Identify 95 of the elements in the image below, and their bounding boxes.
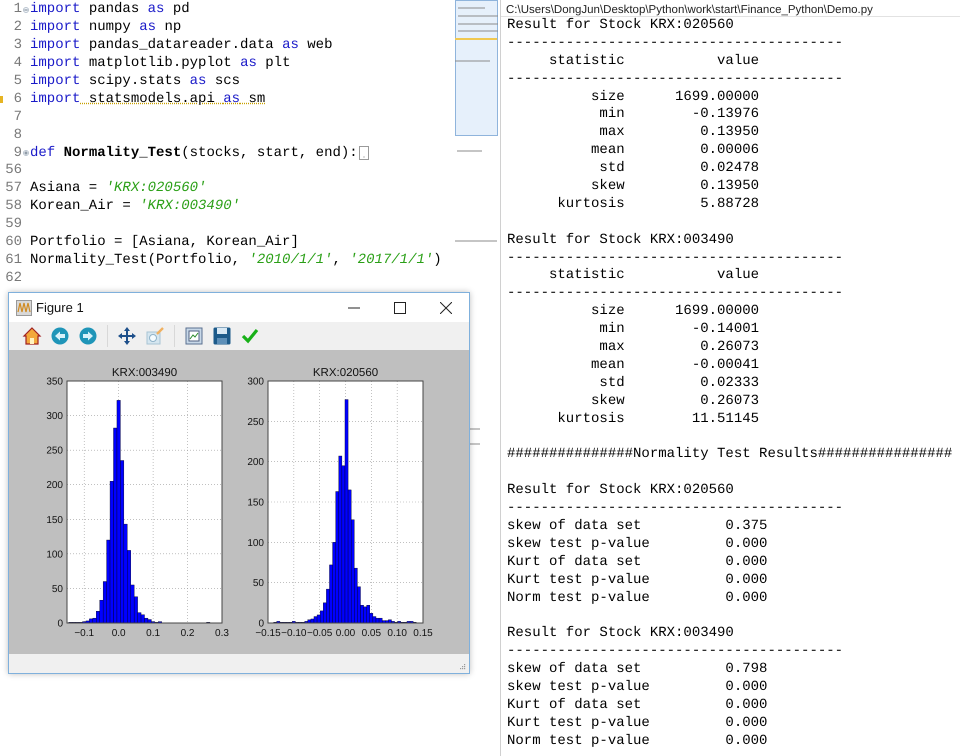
console-line: size 1699.00000 bbox=[590, 303, 760, 322]
window-title: Figure 1 bbox=[36, 300, 85, 315]
axis-tick-label: 0.2 bbox=[180, 628, 194, 639]
code-line: import pandas_datareader.data as web bbox=[30, 37, 332, 54]
code-line: def Normality_Test(stocks, start, end): bbox=[30, 144, 358, 162]
code-line: import pandas as pd bbox=[30, 1, 190, 18]
axis-tick-label: 100 bbox=[46, 549, 63, 560]
line-number: 6 bbox=[12, 90, 22, 108]
axis-tick-label: 0.10 bbox=[387, 628, 407, 639]
axis-tick-label: −0.1 bbox=[74, 628, 94, 639]
axis-tick-label: 350 bbox=[46, 376, 63, 388]
console-line: std 0.02478 bbox=[598, 160, 760, 178]
code-line: import scipy.stats as scs bbox=[30, 73, 240, 90]
console-line: mean 0.00006 bbox=[590, 142, 760, 160]
console-line: ---------------------------------------- bbox=[507, 250, 844, 268]
code-line: import statsmodels.api as sm bbox=[30, 90, 266, 108]
axis-tick-label: 300 bbox=[247, 376, 264, 388]
code-line: Korean_Air = 'KRX:003490' bbox=[30, 198, 240, 216]
console-line: skew of data set 0.798 bbox=[507, 661, 768, 679]
console-line: std 0.02333 bbox=[598, 374, 760, 393]
line-number: 7 bbox=[12, 108, 22, 126]
console-line: skew test p-value 0.000 bbox=[507, 536, 768, 554]
console-line: skew test p-value 0.000 bbox=[507, 678, 768, 697]
console-line: ###############Normality Test Results################ bbox=[507, 446, 952, 464]
console-line: min -0.13976 bbox=[598, 106, 760, 124]
line-number: 4 bbox=[12, 55, 22, 72]
line-number: 56 bbox=[4, 162, 22, 180]
line-number: 1 bbox=[12, 1, 22, 18]
axis-tick-label: 0.05 bbox=[362, 628, 382, 639]
console-line: skew 0.13950 bbox=[590, 178, 760, 196]
console-line: Result for Stock KRX:003490 bbox=[507, 625, 734, 644]
console-line: statistic value bbox=[548, 52, 760, 71]
code-line: import numpy as np bbox=[30, 19, 182, 36]
line-number: 57 bbox=[4, 180, 22, 198]
console-line: size 1699.00000 bbox=[590, 88, 760, 106]
line-number: 5 bbox=[12, 73, 22, 90]
axis-tick-label: −0.05 bbox=[307, 628, 332, 639]
code-line: import matplotlib.pyplot as plt bbox=[30, 55, 290, 72]
console-line: Norm test p-value 0.000 bbox=[507, 732, 768, 751]
line-number: 8 bbox=[12, 126, 22, 144]
axis-tick-label: 0.00 bbox=[336, 628, 356, 639]
line-number: 2 bbox=[12, 19, 22, 36]
console-line: Kurt test p-value 0.000 bbox=[507, 572, 768, 590]
line-number: 58 bbox=[4, 198, 22, 216]
axis-tick-label: 0.15 bbox=[413, 628, 433, 639]
console-line: Kurt of data set 0.000 bbox=[507, 696, 768, 715]
console-line: Kurt test p-value 0.000 bbox=[507, 714, 768, 733]
axis-tick-label: 300 bbox=[46, 411, 63, 422]
console-line: statistic value bbox=[548, 267, 760, 286]
axis-tick-label: 200 bbox=[46, 480, 63, 492]
file-path: C:\Users\DongJun\Desktop\Python\work\start\Finance_Python\Demo.py bbox=[506, 4, 873, 16]
console-line: max 0.13950 bbox=[598, 124, 760, 142]
axis-tick-label: 50 bbox=[252, 578, 264, 590]
console-line: mean -0.00041 bbox=[590, 356, 760, 375]
console-line: ---------------------------------------- bbox=[507, 70, 844, 89]
console-line: Kurt of data set 0.000 bbox=[507, 554, 768, 572]
code-line: Normality_Test(Portfolio, '2010/1/1', '2017/1/1') bbox=[30, 252, 442, 269]
axis-tick-label: −0.15 bbox=[255, 628, 281, 639]
line-number: 62 bbox=[4, 270, 22, 287]
line-number: 59 bbox=[4, 216, 22, 234]
console-line: Norm test p-value 0.000 bbox=[507, 590, 768, 608]
console-line: skew 0.26073 bbox=[590, 392, 760, 411]
console-line: Result for Stock KRX:003490 bbox=[507, 232, 734, 250]
axis-tick-label: −0.10 bbox=[281, 628, 306, 639]
chart-title: KRX:003490 bbox=[112, 367, 178, 379]
axis-tick-label: 200 bbox=[247, 457, 264, 468]
console-line: ---------------------------------------- bbox=[507, 643, 844, 662]
console-line: ---------------------------------------- bbox=[507, 285, 844, 304]
console-line: ---------------------------------------- bbox=[507, 34, 844, 53]
console-line: max 0.26073 bbox=[598, 339, 760, 357]
line-number: 61 bbox=[4, 252, 22, 269]
axis-tick-label: 250 bbox=[247, 416, 264, 428]
line-number: 9 bbox=[12, 144, 22, 162]
console-line: Result for Stock KRX:020560 bbox=[507, 17, 734, 35]
axis-tick-label: 100 bbox=[247, 538, 264, 549]
chart-title: KRX:020560 bbox=[312, 367, 378, 379]
code-line: Asiana = 'KRX:020560' bbox=[30, 180, 206, 198]
axis-tick-label: 0.0 bbox=[112, 628, 126, 639]
console-line: kurtosis 11.51145 bbox=[556, 410, 760, 428]
console-line: skew of data set 0.375 bbox=[507, 518, 768, 536]
console-line: min -0.14001 bbox=[598, 321, 760, 340]
console-line: Result for Stock KRX:020560 bbox=[507, 482, 734, 500]
code-line: Portfolio = [Asiana, Korean_Air] bbox=[30, 234, 299, 252]
axis-tick-label: 0 bbox=[57, 618, 63, 630]
axis-tick-label: 150 bbox=[247, 498, 264, 508]
axis-tick-label: 0.1 bbox=[146, 628, 160, 639]
console-line: ---------------------------------------- bbox=[507, 500, 844, 518]
axis-tick-label: 0 bbox=[258, 618, 264, 630]
line-number: 3 bbox=[12, 37, 22, 54]
axis-tick-label: 0.3 bbox=[215, 628, 229, 639]
axis-tick-label: 50 bbox=[52, 584, 63, 595]
line-number: 60 bbox=[4, 234, 22, 252]
console-line: kurtosis 5.88728 bbox=[556, 196, 760, 214]
axis-tick-label: 150 bbox=[46, 514, 63, 526]
axis-tick-label: 250 bbox=[46, 446, 63, 457]
